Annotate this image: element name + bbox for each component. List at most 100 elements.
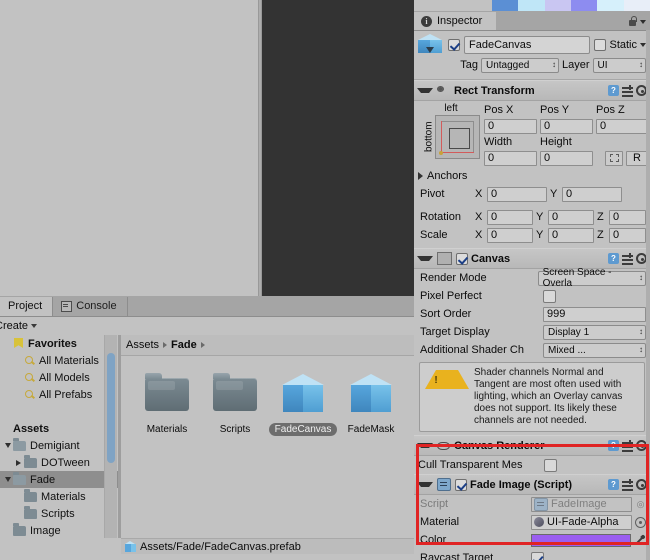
tree-item-all-models[interactable]: All Models — [0, 369, 118, 386]
tree-item-all-prefabs[interactable]: All Prefabs — [0, 386, 118, 403]
tree-item-materials[interactable]: Materials — [0, 488, 118, 505]
lock-icon[interactable] — [628, 16, 637, 27]
chevron-right-icon[interactable] — [13, 459, 24, 466]
foldout-arrow-icon[interactable] — [417, 256, 433, 261]
height-field[interactable]: 0 — [540, 150, 593, 166]
project-content-pane: Assets Fade Materials Scripts FadeCanvas Fa… — [121, 335, 414, 538]
asset-item[interactable]: FadeMask — [337, 368, 405, 436]
eyedropper-icon[interactable] — [634, 534, 646, 547]
component-header-rect-transform[interactable]: Rect Transform ? — [414, 80, 650, 101]
foldout-arrow-icon[interactable] — [417, 482, 433, 487]
pivot-x-field[interactable]: 0 — [487, 186, 547, 202]
tree-item-image[interactable]: Image — [0, 522, 118, 538]
material-picker-icon[interactable] — [635, 516, 646, 528]
tree-item-demigiant[interactable]: Demigiant — [0, 437, 118, 454]
preset-icon[interactable] — [622, 440, 633, 451]
component-header-canvas[interactable]: Canvas ? — [414, 248, 650, 269]
help-icon[interactable]: ? — [608, 253, 619, 264]
scene-view-empty[interactable] — [0, 0, 258, 296]
anchor-preset-widget[interactable] — [434, 115, 480, 159]
sort-order-field[interactable]: 999 — [543, 306, 646, 322]
fade-image-script-value: FadeImage — [551, 498, 607, 510]
asset-item[interactable]: Materials — [133, 368, 201, 436]
pos-z-field[interactable]: 0 — [596, 118, 649, 134]
project-folder-tree[interactable]: Favorites All Materials All Models All Pref… — [0, 335, 118, 538]
tree-item-dotween[interactable]: DOTween — [0, 454, 118, 471]
anchors-foldout[interactable]: Anchors — [414, 167, 650, 185]
foldout-arrow-icon[interactable] — [417, 88, 433, 93]
tag-dropdown[interactable]: Untagged ↕ — [481, 57, 559, 73]
tree-item-assets[interactable]: Assets — [0, 420, 118, 437]
static-checkbox[interactable] — [594, 38, 607, 51]
gameobject-enabled-checkbox[interactable] — [448, 38, 460, 51]
pixel-perfect-checkbox[interactable] — [543, 289, 556, 303]
canvas-enabled-checkbox[interactable] — [456, 252, 468, 265]
component-header-fade-image[interactable]: Fade Image (Script) ? — [414, 474, 650, 495]
pos-x-field[interactable]: 0 — [484, 118, 537, 134]
chevron-down-icon[interactable] — [2, 443, 13, 448]
prefab-cube-icon — [350, 374, 392, 414]
layer-dropdown[interactable]: UI ↕ — [592, 57, 646, 73]
folder-icon — [213, 372, 257, 411]
inspector-scrollbar[interactable] — [646, 30, 650, 560]
scale-y-field[interactable]: 0 — [548, 227, 594, 243]
asset-item[interactable]: FadeCanvas — [268, 368, 338, 436]
material-field[interactable]: UI-Fade-Alpha — [531, 514, 632, 530]
raycast-target-checkbox[interactable] — [531, 551, 544, 560]
breadcrumb-assets[interactable]: Assets — [126, 339, 159, 351]
material-row: Material UI-Fade-Alpha — [414, 513, 650, 531]
tab-project[interactable]: Project — [0, 297, 54, 316]
width-field[interactable]: 0 — [484, 150, 537, 166]
preset-icon[interactable] — [622, 479, 633, 490]
rotation-x-field[interactable]: 0 — [487, 209, 533, 225]
favorites-star-icon — [13, 338, 25, 349]
help-icon[interactable]: ? — [608, 85, 619, 96]
component-header-canvas-renderer[interactable]: Canvas Renderer ? — [414, 435, 650, 456]
rotation-z-field[interactable]: 0 — [609, 209, 646, 225]
pos-x-label: Pos X — [484, 104, 514, 116]
shader-channel-warning-box: Shader channels Normal and Tangent are m… — [419, 362, 645, 432]
cull-transparent-mesh-checkbox[interactable] — [544, 458, 557, 472]
chevron-down-icon[interactable] — [2, 477, 13, 482]
pos-y-field[interactable]: 0 — [540, 118, 593, 134]
asset-grid[interactable]: Materials Scripts FadeCanvas FadeMask — [121, 356, 414, 538]
preset-icon[interactable] — [622, 85, 633, 96]
tree-item-label: Materials — [41, 490, 86, 503]
preset-icon[interactable] — [622, 253, 633, 264]
help-icon[interactable]: ? — [608, 479, 619, 490]
gameobject-name-field[interactable]: FadeCanvas — [464, 35, 591, 54]
tab-inspector[interactable]: i Inspector — [414, 12, 497, 30]
tree-item-scripts[interactable]: Scripts — [0, 505, 118, 522]
scale-z-field[interactable]: 0 — [609, 227, 646, 243]
scale-y-axis-label: Y — [536, 229, 544, 241]
tree-item-favorites[interactable]: Favorites — [0, 335, 118, 352]
additional-shader-channels-dropdown[interactable]: Mixed ... ↕ — [543, 342, 646, 358]
pivot-y-field[interactable]: 0 — [562, 186, 622, 202]
blueprint-mode-icon — [609, 154, 619, 162]
rotation-y-field[interactable]: 0 — [548, 209, 594, 225]
tag-label: Tag — [460, 59, 478, 71]
tree-item-fade[interactable]: Fade — [0, 471, 118, 488]
material-label: Material — [420, 516, 460, 528]
help-icon[interactable]: ? — [608, 440, 619, 451]
target-display-dropdown[interactable]: Display 1 ↕ — [543, 324, 646, 340]
inspector-menu-icon[interactable] — [640, 19, 646, 24]
game-view-dark-area[interactable] — [262, 0, 414, 296]
project-tree-scroll-thumb[interactable] — [107, 353, 115, 463]
tree-item-all-materials[interactable]: All Materials — [0, 352, 118, 369]
fade-image-enabled-checkbox[interactable] — [455, 478, 467, 491]
raw-edit-button[interactable]: R — [626, 150, 648, 166]
breadcrumb-fade[interactable]: Fade — [171, 339, 197, 351]
color-swatch[interactable] — [531, 533, 631, 547]
render-mode-dropdown[interactable]: Screen Space - Overla ↕ — [537, 267, 646, 289]
tab-console[interactable]: Console — [53, 297, 128, 316]
asset-item[interactable]: Scripts — [201, 368, 269, 436]
blueprint-mode-button[interactable] — [605, 150, 623, 166]
foldout-arrow-icon[interactable] — [417, 443, 433, 448]
asset-label: Scripts — [219, 424, 251, 435]
scale-x-field[interactable]: 0 — [487, 227, 533, 243]
static-toggle[interactable]: Static — [594, 38, 646, 51]
project-tree-scrollbar[interactable] — [104, 335, 117, 538]
pos-z-label: Pos Z — [596, 104, 625, 116]
create-button[interactable]: Create — [0, 320, 38, 332]
